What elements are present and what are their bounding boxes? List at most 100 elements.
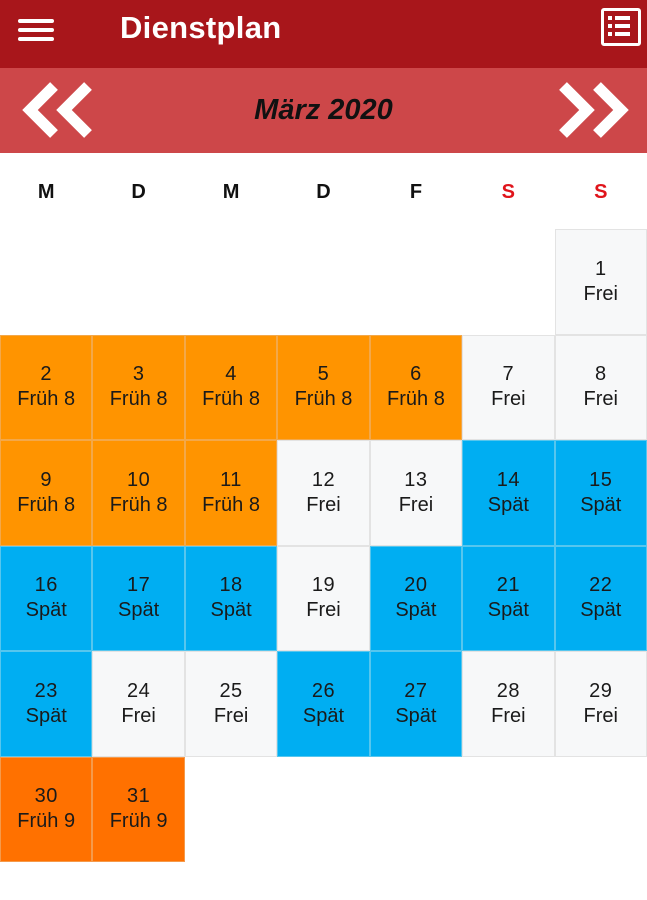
weekday-label-fri: F [409, 181, 423, 203]
shift-label: Spät [210, 599, 252, 622]
shift-label: Spät [25, 599, 67, 622]
day-number: 16 [34, 574, 58, 597]
calendar-empty-cell [0, 229, 92, 335]
day-number: 18 [219, 574, 243, 597]
shift-label: Früh 9 [109, 810, 168, 833]
shift-label: Spät [395, 704, 437, 727]
calendar-day-cell[interactable]: 27 Spät [369, 651, 463, 757]
calendar-day-cell[interactable]: 26 Spät [277, 651, 370, 757]
shift-label: Frei [491, 704, 526, 727]
shift-label: Frei [398, 493, 434, 516]
calendar-empty-cell [277, 229, 369, 335]
weekday-label-tue: D [131, 181, 146, 203]
calendar-day-cell[interactable]: 3 Früh 8 [92, 334, 185, 440]
calendar-day-cell[interactable]: 1 Frei [554, 229, 647, 335]
calendar-day-cell[interactable]: 25 Frei [184, 651, 278, 757]
day-number: 27 [404, 679, 428, 702]
calendar-day-cell[interactable]: 6 Früh 8 [369, 334, 463, 440]
calendar-day-cell[interactable]: 28 Frei [462, 651, 555, 757]
calendar-day-cell[interactable]: 8 Frei [554, 334, 647, 440]
day-number: 11 [220, 468, 242, 491]
calendar-empty-cell [462, 229, 554, 335]
calendar-day-cell[interactable]: 9 Früh 8 [0, 440, 93, 546]
shift-label: Spät [118, 599, 160, 622]
day-number: 3 [132, 363, 145, 386]
day-number: 5 [317, 363, 330, 386]
calendar-day-cell[interactable]: 7 Frei [462, 334, 555, 440]
calendar-day-cell[interactable]: 17 Spät [92, 545, 185, 651]
day-number: 10 [127, 468, 151, 491]
day-number: 28 [496, 679, 520, 702]
calendar-day-cell[interactable]: 12 Frei [277, 440, 370, 546]
hamburger-menu-icon[interactable] [8, 6, 64, 54]
day-number: 9 [40, 468, 53, 491]
app-title: Dienstplan [120, 10, 282, 45]
calendar-day-cell[interactable]: 20 Spät [369, 545, 463, 651]
calendar-day-cell[interactable]: 16 Spät [0, 545, 93, 651]
shift-label: Früh 8 [387, 388, 445, 411]
day-number: 25 [219, 679, 243, 702]
shift-label: Frei [583, 388, 618, 411]
day-number: 12 [311, 468, 336, 491]
shift-label: Frei [491, 388, 526, 411]
double-chevron-right-icon[interactable] [553, 80, 633, 140]
calendar-day-cell[interactable]: 18 Spät [184, 545, 278, 651]
shift-label: Früh 8 [294, 388, 353, 411]
shift-label: Frei [583, 704, 618, 727]
calendar-day-cell[interactable]: 31 Früh 9 [92, 756, 185, 862]
calendar-day-cell[interactable]: 2 Früh 8 [0, 334, 93, 440]
shift-label: Früh 8 [109, 388, 168, 411]
shift-label: Spät [25, 704, 67, 727]
calendar-day-cell[interactable]: 30 Früh 9 [0, 756, 93, 862]
calendar-day-cell[interactable]: 24 Frei [92, 651, 185, 757]
shift-label: Früh 8 [109, 493, 168, 516]
weekday-label-mon: M [37, 181, 55, 203]
shift-label: Früh 8 [202, 493, 260, 516]
shift-label: Spät [580, 493, 622, 516]
day-number: 15 [589, 468, 613, 491]
day-number: 31 [127, 785, 151, 808]
shift-label: Spät [395, 599, 437, 622]
shift-label: Früh 8 [17, 493, 76, 516]
weekday-label-sun: S [594, 181, 608, 203]
shift-label: Spät [302, 704, 345, 727]
calendar-day-cell[interactable]: 10 Früh 8 [92, 440, 185, 546]
shift-label: Frei [306, 493, 341, 516]
calendar-day-cell[interactable]: 4 Früh 8 [184, 334, 278, 440]
shift-label: Spät [580, 599, 622, 622]
calendar-day-cell[interactable]: 19 Frei [277, 545, 370, 651]
day-number: 2 [40, 363, 53, 386]
calendar-day-cell[interactable]: 29 Frei [554, 651, 647, 757]
weekday-label-wed: M [222, 181, 240, 203]
calendar-day-cell[interactable]: 22 Spät [554, 545, 647, 651]
day-number: 21 [496, 574, 520, 597]
shift-label: Frei [121, 704, 156, 727]
list-view-icon[interactable] [601, 8, 641, 46]
day-number: 19 [311, 574, 336, 597]
shift-label: Früh 8 [17, 388, 76, 411]
calendar-empty-cell [370, 229, 462, 335]
calendar-day-cell[interactable]: 23 Spät [0, 651, 93, 757]
calendar-day-cell[interactable]: 11 Früh 8 [184, 440, 278, 546]
calendar-day-cell[interactable]: 13 Frei [369, 440, 463, 546]
month-title: März 2020 [254, 94, 393, 126]
day-number: 22 [589, 574, 613, 597]
calendar-day-cell[interactable]: 14 Spät [462, 440, 555, 546]
day-number: 29 [589, 679, 613, 702]
day-number: 14 [496, 468, 520, 491]
day-number: 13 [404, 468, 428, 491]
day-number: 30 [34, 785, 58, 808]
day-number: 8 [594, 363, 607, 386]
shift-label: Frei [306, 599, 341, 622]
calendar-day-cell[interactable]: 5 Früh 8 [277, 334, 370, 440]
calendar-empty-cell [92, 229, 184, 335]
day-number: 7 [502, 363, 515, 386]
calendar-empty-cell [185, 229, 277, 335]
calendar-day-cell[interactable]: 15 Spät [554, 440, 647, 546]
shift-label: Frei [213, 704, 249, 727]
shift-label: Spät [487, 599, 529, 622]
weekday-label-sat: S [501, 181, 516, 203]
calendar-grid: 1 Frei 2 Früh 8 3 Früh 8 4 Früh 8 5 Früh 8 6 Früh 8… [0, 229, 647, 862]
calendar-day-cell[interactable]: 21 Spät [462, 545, 555, 651]
app-bar: Dienstplan [0, 0, 647, 68]
